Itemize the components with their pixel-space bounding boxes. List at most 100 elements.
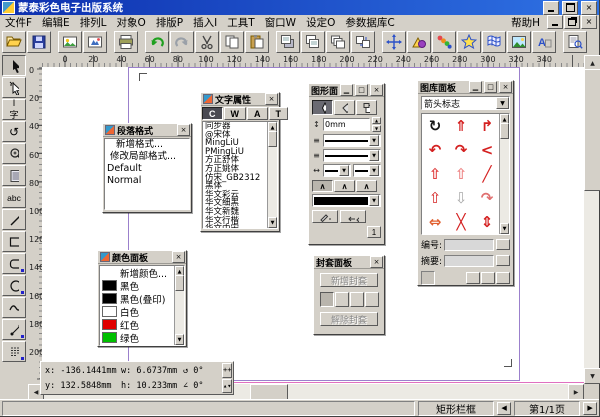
close-icon[interactable]: × [370,256,383,268]
paragraph-style-item[interactable]: 新增格式... [105,139,189,151]
close-icon[interactable]: × [370,84,383,96]
text-attr-tab[interactable]: T [269,107,289,120]
close-button[interactable]: × [581,1,597,15]
chevron-down-icon[interactable]: ▼ [369,135,379,146]
text-grid-tool[interactable] [2,341,26,362]
page-next-button[interactable]: ▶ [583,402,597,415]
library-delete-button[interactable] [496,272,510,284]
envelope-shape-2[interactable] [335,292,349,307]
mesh-tool-button[interactable] [482,31,506,53]
arrowhead-style-3[interactable]: ∧ [356,180,377,192]
pen-line-tool[interactable] [2,319,26,340]
library-item[interactable]: ↶ [422,138,448,162]
doc-close-button[interactable]: × [581,15,597,29]
close-icon[interactable]: × [177,124,190,136]
minimize-icon[interactable]: ▁ [340,84,353,96]
start-arrow-dropdown[interactable]: ▼ [323,164,351,177]
text-tool-button[interactable]: A [532,31,556,53]
chevron-down-icon[interactable]: ▼ [369,165,379,176]
page-number-button[interactable]: 1 [367,226,381,238]
library-item[interactable]: < [474,138,500,162]
apply-stroke-button[interactable] [312,210,338,223]
palette-title-bar[interactable]: 图形面板 ▁ □ × [309,84,384,97]
send-backward-button[interactable] [301,31,325,53]
maximize-icon[interactable]: □ [484,81,497,93]
star-tool-button[interactable] [457,31,481,53]
library-item[interactable]: ╳ [448,210,474,234]
preview-button[interactable] [563,31,587,53]
page-tool[interactable] [2,165,26,186]
frame-type-prev-button[interactable]: ◀ [497,402,511,415]
cascade-button[interactable] [326,31,350,53]
color-list-item[interactable]: 绿色 [100,331,175,344]
menu-item[interactable]: 插入I [188,15,222,30]
chevron-down-icon[interactable]: ▼ [496,97,509,109]
import-image-button[interactable] [58,31,82,53]
envelope-edit-pen[interactable] [365,292,379,307]
library-item[interactable]: ↻ [422,114,448,138]
menu-item[interactable]: 文件F [0,15,37,30]
library-item[interactable]: ↱ [474,114,500,138]
paste-button[interactable] [245,31,269,53]
scroll-down-button[interactable]: ▼ [175,334,184,345]
end-arrow-dropdown[interactable]: ▼ [353,164,381,177]
doc-restore-button[interactable] [564,15,580,29]
color-list-item[interactable]: 黑色 [100,279,175,292]
envelope-shape-1[interactable] [320,292,334,307]
select-tool[interactable] [2,55,26,76]
menu-item[interactable]: 参数据库C [340,15,399,30]
arrowhead-style-1[interactable]: ∧ [312,180,333,192]
rotate-tool[interactable]: ↺ [2,121,26,142]
close-icon[interactable]: × [499,81,512,93]
library-add-button[interactable] [466,272,480,284]
fill-bucket-tab[interactable] [334,100,355,115]
palette-title-bar[interactable]: 封套面板 × [314,256,384,269]
library-replace-button[interactable] [481,272,495,284]
library-item[interactable]: ⇑ [448,114,474,138]
chevron-down-icon[interactable]: ▼ [369,195,379,206]
vertical-scrollbar[interactable]: ▲ ▼ [584,55,599,384]
minimize-button[interactable] [543,1,559,15]
menu-item[interactable]: 窗口W [260,15,301,30]
color-tool-button[interactable] [432,31,456,53]
close-icon[interactable]: × [265,93,278,105]
palette-title-bar[interactable]: 段落格式 × [103,124,191,137]
menu-item-help[interactable]: 帮助H [506,15,545,30]
text-cursor-tool[interactable]: I字 [2,99,26,120]
envelope-shape-3[interactable] [350,292,364,307]
library-scrollbar[interactable]: ▲ ▼ [499,114,509,234]
scroll-down-button[interactable]: ▼ [584,368,600,384]
abc-text-tool[interactable]: abc [2,187,26,208]
minimize-icon[interactable]: ▁ [469,81,482,93]
number-edit-button[interactable] [496,239,510,250]
line-tool[interactable] [2,209,26,230]
scroll-down-button[interactable]: ▼ [500,223,509,234]
doc-minimize-button[interactable] [547,15,563,29]
undo-button[interactable] [145,31,169,53]
menu-item[interactable]: 设定O [301,15,340,30]
font-list-item[interactable]: 华文中宋 [203,225,268,229]
paragraph-style-item[interactable]: 修改局部格式... [105,151,189,163]
scroll-thumb[interactable] [500,123,509,139]
library-item[interactable]: ╱ [474,162,500,186]
merge-button[interactable] [351,31,375,53]
remove-envelope-button[interactable]: 解除封套 [320,312,378,326]
coords-spinner[interactable]: ▴▾ [222,379,232,394]
line-width-spinner[interactable]: ▲▼ [372,117,381,132]
font-list-scrollbar[interactable]: ▲ ▼ [267,122,277,228]
menu-item[interactable]: 对象O [112,15,151,30]
library-category-dropdown[interactable]: 箭头标志 ▼ [421,96,510,110]
chevron-down-icon[interactable]: ▼ [369,150,379,161]
color-list-scrollbar[interactable]: ▲ ▼ [174,266,184,345]
text-attr-tab[interactable]: W [224,107,247,120]
image-tool-button[interactable] [507,31,531,53]
stroke-pen-tab[interactable] [312,100,333,115]
paragraph-style-item[interactable]: Normal [105,175,189,187]
palette-title-bar[interactable]: 文字属性 × [201,93,279,106]
save-button[interactable] [27,31,51,53]
add-envelope-button[interactable]: 新增封套 [320,273,378,287]
chevron-down-icon[interactable]: ▼ [339,165,349,176]
scroll-thumb[interactable] [268,131,277,147]
library-item[interactable]: ⇩ [448,186,474,210]
close-icon[interactable]: × [172,251,185,263]
